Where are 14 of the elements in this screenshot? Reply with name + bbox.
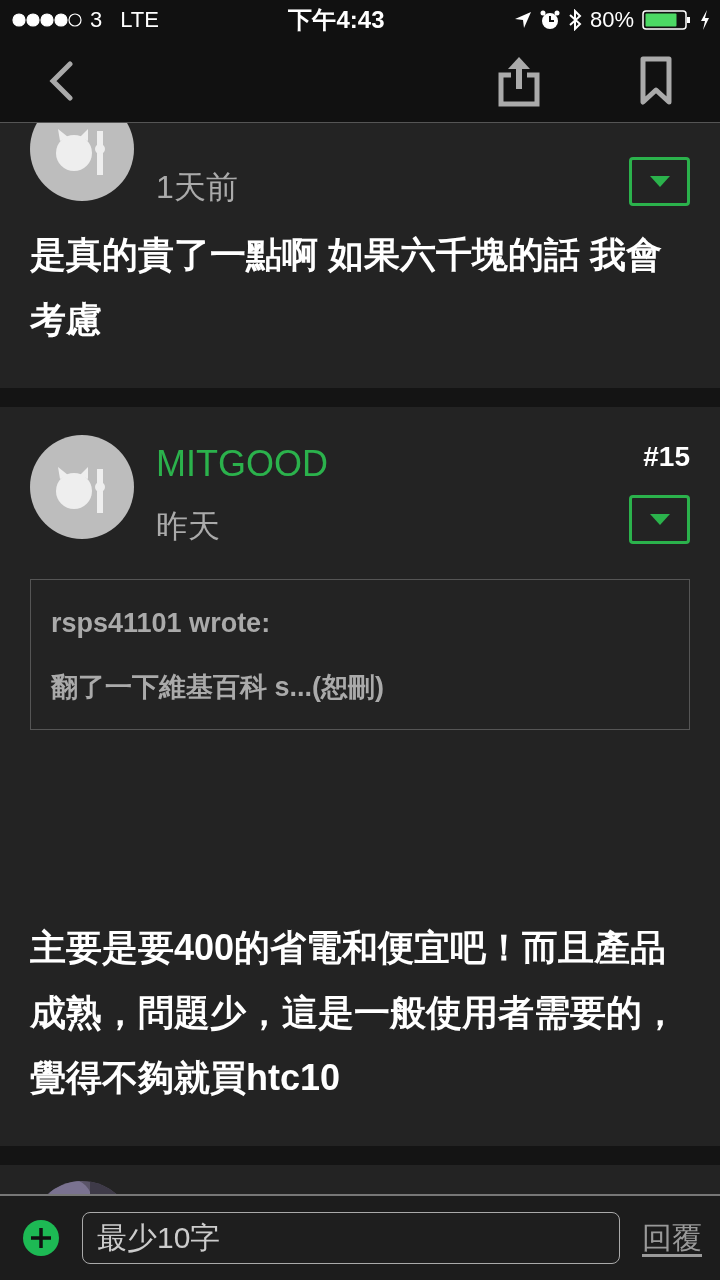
quote-text: 翻了一下維基百科 s...(恕刪) — [51, 671, 385, 705]
post-time: 1天前 — [156, 168, 239, 208]
quote-author: rsps41101 wrote: — [51, 608, 272, 640]
clock-text: 下午4:43 — [288, 5, 385, 35]
post-body: 主要是要400的省電和便宜吧！而且產品成熟，問題少，這是一般使用者需要的，覺得不夠就買htc10 — [30, 926, 679, 1101]
network-text: LTE — [120, 7, 159, 33]
carrier-text: 3 — [90, 7, 103, 33]
username[interactable]: MITGOOD — [156, 443, 629, 486]
reply-link[interactable]: 回覆 — [642, 1217, 702, 1259]
post-body: 是真的貴了一點啊 如果六千塊的話 我會考慮 — [30, 233, 663, 343]
battery-percent: 80% — [589, 7, 634, 33]
reply-field[interactable]: 最少10字 — [82, 1212, 620, 1264]
post-time: 昨天 — [156, 507, 221, 547]
floor-number: #15 — [643, 441, 690, 474]
